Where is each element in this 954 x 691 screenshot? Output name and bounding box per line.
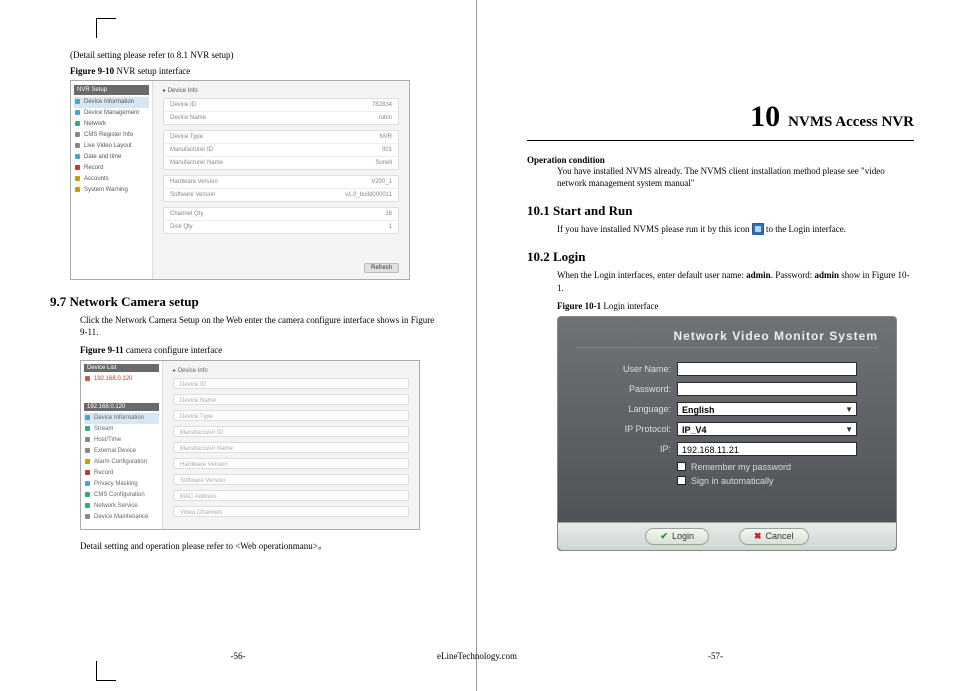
page-57: 10 NVMS Access NVR Operation condition Y… bbox=[477, 0, 954, 691]
crop-mark bbox=[96, 661, 116, 681]
info-row: Hardware VersionV200_1 bbox=[164, 176, 398, 188]
sidebar-item[interactable]: Stream bbox=[84, 424, 159, 435]
info-line: Manufacturer ID bbox=[173, 426, 409, 437]
language-label: Language: bbox=[597, 404, 671, 414]
crop-mark bbox=[96, 18, 116, 38]
info-row: Software Versionv1.0_build000011 bbox=[164, 188, 398, 201]
sidebar-item[interactable]: Network bbox=[74, 119, 149, 130]
ip-label: IP: bbox=[597, 444, 671, 454]
detail-ref-text: (Detail setting please refer to 8.1 NVR … bbox=[70, 50, 436, 60]
figure-10-1-login-dialog: Network Video Monitor System User Name: … bbox=[557, 316, 897, 551]
operation-condition-heading: Operation condition bbox=[527, 155, 914, 165]
sidebar-item[interactable]: Accounts bbox=[74, 174, 149, 185]
figure-9-11-caption: Figure 9-11 camera configure interface bbox=[80, 344, 436, 356]
heading-9-7: 9.7 Network Camera setup bbox=[50, 294, 436, 310]
sidebar-item[interactable]: Host/Time bbox=[84, 435, 159, 446]
sidebar-item[interactable]: CMS Configuration bbox=[84, 490, 159, 501]
login-title: Network Video Monitor System bbox=[576, 329, 878, 348]
sidebar-item[interactable]: Device Information bbox=[84, 413, 159, 424]
chapter-header: 10 NVMS Access NVR bbox=[527, 100, 914, 134]
info-row: Manufacturer NameSunell bbox=[164, 156, 398, 169]
info-row: Device Namerobin bbox=[164, 111, 398, 124]
fig911-sidebar-header: Device List bbox=[84, 364, 159, 372]
section-9-7-body: Click the Network Camera Setup on the We… bbox=[80, 314, 436, 338]
sidebar-item[interactable]: Privacy Masking bbox=[84, 479, 159, 490]
fig910-sidebar-header: NVR Setup bbox=[74, 85, 149, 95]
chapter-number: 10 bbox=[750, 100, 780, 134]
sidebar-item[interactable]: CMS Register Info bbox=[74, 130, 149, 141]
detail-note: Detail setting and operation please refe… bbox=[80, 540, 436, 552]
chapter-rule bbox=[527, 140, 914, 141]
info-line: Video Channels bbox=[173, 506, 409, 517]
chapter-title: NVMS Access NVR bbox=[788, 114, 914, 131]
sidebar-item[interactable]: Date and time bbox=[74, 152, 149, 163]
fig910-sidebar: NVR Setup Device InformationDevice Manag… bbox=[71, 81, 153, 279]
page-56: (Detail setting please refer to 8.1 NVR … bbox=[0, 0, 477, 691]
info-row: Channel Qty16 bbox=[164, 208, 398, 220]
fig911-subheader: 192.168.0.120 bbox=[84, 403, 159, 411]
heading-10-2: 10.2 Login bbox=[527, 249, 914, 265]
username-input[interactable] bbox=[677, 362, 857, 376]
page-number-56: -56- bbox=[231, 651, 246, 661]
section-10-2-body: When the Login interfaces, enter default… bbox=[557, 269, 914, 293]
footer-url: eLineTechnology.com bbox=[437, 651, 517, 661]
info-line: Device Name bbox=[173, 394, 409, 405]
operation-condition-body: You have installed NVMS already. The NVM… bbox=[557, 165, 914, 189]
info-row: Manufacturer ID001 bbox=[164, 143, 398, 156]
sidebar-item[interactable]: System Warning bbox=[74, 185, 149, 196]
checkbox-icon bbox=[677, 476, 686, 485]
heading-10-1: 10.1 Start and Run bbox=[527, 203, 914, 219]
ip-input[interactable]: 192.168.11.21 bbox=[677, 442, 857, 456]
figure-10-1-caption: Figure 10-1 Login interface bbox=[557, 300, 914, 312]
info-line: Software Version bbox=[173, 474, 409, 485]
info-line: MAC Address bbox=[173, 490, 409, 501]
password-label: Password: bbox=[597, 384, 671, 394]
info-line: Hardware Version bbox=[173, 458, 409, 469]
check-icon: ✔ bbox=[660, 531, 668, 542]
sidebar-item[interactable]: External Device bbox=[84, 446, 159, 457]
sidebar-item[interactable]: Device Maintenance bbox=[84, 512, 159, 523]
close-icon: ✖ bbox=[754, 531, 762, 542]
ip-protocol-select[interactable]: IP_V4 bbox=[677, 422, 857, 436]
remember-password-checkbox[interactable]: Remember my password bbox=[677, 462, 857, 472]
sidebar-item[interactable]: Alarm Configuration bbox=[84, 457, 159, 468]
password-input[interactable] bbox=[677, 382, 857, 396]
section-10-1-body: If you have installed NVMS please run it… bbox=[557, 223, 914, 235]
sidebar-item[interactable]: Record bbox=[74, 163, 149, 174]
language-select[interactable]: English bbox=[677, 402, 857, 416]
fig911-breadcrumb: Device Info bbox=[173, 367, 409, 374]
checkbox-icon bbox=[677, 462, 686, 471]
auto-signin-checkbox[interactable]: Sign in automatically bbox=[677, 476, 857, 486]
sidebar-item[interactable]: Record bbox=[84, 468, 159, 479]
info-row: Device ID782834 bbox=[164, 99, 398, 111]
login-button[interactable]: ✔Login bbox=[645, 528, 709, 545]
fig910-main: Device Info Device ID782834Device Namero… bbox=[153, 81, 409, 279]
info-line: Device ID bbox=[173, 378, 409, 389]
cancel-button[interactable]: ✖Cancel bbox=[739, 528, 809, 545]
nvms-desktop-icon bbox=[752, 223, 764, 235]
ip-protocol-label: IP Protocol: bbox=[597, 424, 671, 434]
refresh-button[interactable]: Refresh bbox=[364, 263, 399, 273]
sidebar-item[interactable]: Device Information bbox=[74, 97, 149, 108]
sidebar-item[interactable]: Device Management bbox=[74, 108, 149, 119]
fig911-sidebar: Device List 192.168.0.120 192.168.0.120 … bbox=[81, 361, 163, 529]
username-label: User Name: bbox=[597, 364, 671, 374]
fig910-breadcrumb: Device Info bbox=[163, 87, 399, 94]
sidebar-item[interactable]: Live Video Layout bbox=[74, 141, 149, 152]
figure-9-10: NVR Setup Device InformationDevice Manag… bbox=[70, 80, 410, 280]
info-row: Device TypeNVR bbox=[164, 131, 398, 143]
info-row: Disk Qty1 bbox=[164, 220, 398, 233]
figure-9-11: Device List 192.168.0.120 192.168.0.120 … bbox=[80, 360, 420, 530]
sidebar-item[interactable]: Network Service bbox=[84, 501, 159, 512]
page-number-57: -57- bbox=[708, 651, 723, 661]
fig911-ip-item: 192.168.0.120 bbox=[84, 374, 159, 385]
info-line: Manufacturer Name bbox=[173, 442, 409, 453]
figure-9-10-caption: Figure 9-10 NVR setup interface bbox=[70, 66, 436, 76]
fig911-main: Device Info Device ID Device Name Device T… bbox=[163, 361, 419, 529]
info-line: Device Type bbox=[173, 410, 409, 421]
